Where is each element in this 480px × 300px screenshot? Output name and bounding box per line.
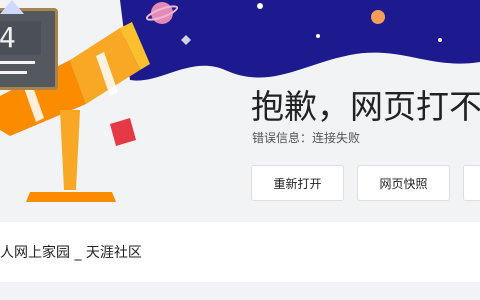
more-button[interactable]: [463, 165, 480, 201]
result-title-link[interactable]: 人网上家园 _ 天涯社区: [0, 242, 142, 262]
panel-line: [0, 61, 35, 64]
page-title: 抱歉，网页打不: [251, 87, 480, 126]
reload-button[interactable]: 重新打开: [251, 165, 344, 201]
snapshot-button[interactable]: 网页快照: [357, 165, 450, 201]
error-hero: 04 抱歉，网页打不 错误信息：连接失败 重新打开 网页快照: [0, 0, 480, 222]
planet-orange: [371, 10, 385, 24]
error-code-panel: 04: [0, 8, 58, 90]
triangle-pointer-icon: [0, 0, 24, 14]
panel-line: [0, 71, 27, 74]
error-info: 错误信息：连接失败: [252, 131, 361, 145]
red-diamond-shape: [110, 118, 136, 146]
error-code: 04: [0, 21, 41, 55]
